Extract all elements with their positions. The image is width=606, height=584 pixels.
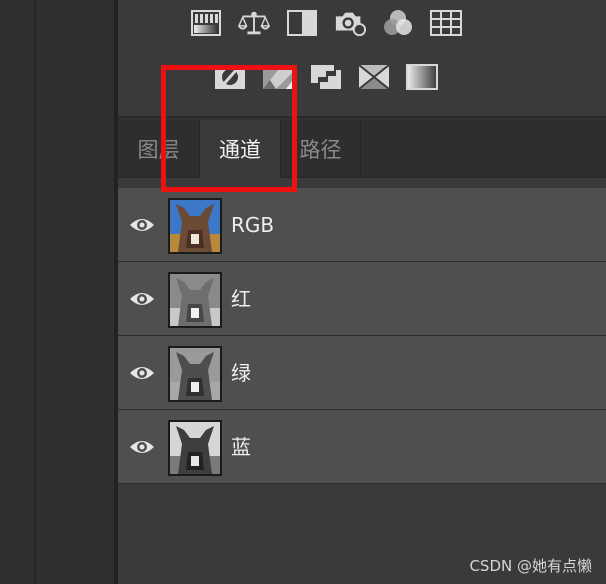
visibility-eye-icon[interactable]	[128, 361, 156, 385]
brightness-contrast-icon[interactable]	[190, 9, 222, 37]
channel-thumbnail	[168, 198, 222, 254]
channel-label: 红	[231, 287, 251, 311]
exposure-icon[interactable]	[286, 9, 318, 37]
invert-icon[interactable]	[214, 63, 246, 91]
channel-thumbnail	[168, 420, 222, 476]
photo-filter-icon[interactable]	[334, 9, 366, 37]
visibility-eye-icon[interactable]	[128, 213, 156, 237]
tab-paths-label: 路径	[299, 138, 342, 162]
channels-list: RGB 红 绿 蓝	[118, 178, 606, 584]
dock-divider	[34, 0, 36, 584]
panel-tab-bar: 图层 通道 路径	[118, 120, 606, 178]
channel-label: 绿	[231, 361, 251, 385]
channel-thumbnail	[168, 272, 222, 328]
channel-row-green[interactable]: 绿	[118, 336, 606, 410]
channel-thumbnail	[168, 346, 222, 402]
channel-row-rgb[interactable]: RGB	[118, 188, 606, 262]
channel-mixer-icon[interactable]	[382, 9, 414, 37]
tab-channels-label: 通道	[219, 138, 261, 162]
watermark: CSDN @她有点懒	[469, 557, 592, 575]
channel-label: 蓝	[231, 435, 251, 459]
levels-icon[interactable]	[238, 9, 270, 37]
selective-color-icon[interactable]	[358, 63, 390, 91]
channel-row-red[interactable]: 红	[118, 262, 606, 336]
threshold-icon[interactable]	[310, 63, 342, 91]
color-lookup-grid-icon[interactable]	[430, 9, 462, 37]
tab-paths[interactable]: 路径	[281, 120, 361, 178]
visibility-eye-icon[interactable]	[128, 435, 156, 459]
gradient-map-icon[interactable]	[406, 63, 438, 91]
channel-label: RGB	[231, 213, 275, 237]
channel-row-blue[interactable]: 蓝	[118, 410, 606, 484]
tab-layers[interactable]: 图层	[118, 120, 200, 178]
tab-channels[interactable]: 通道	[200, 120, 281, 178]
left-dock-strip	[0, 0, 118, 584]
posterize-icon[interactable]	[262, 63, 294, 91]
adjustments-panel	[118, 0, 606, 118]
visibility-eye-icon[interactable]	[128, 287, 156, 311]
tab-layers-label: 图层	[137, 138, 180, 162]
